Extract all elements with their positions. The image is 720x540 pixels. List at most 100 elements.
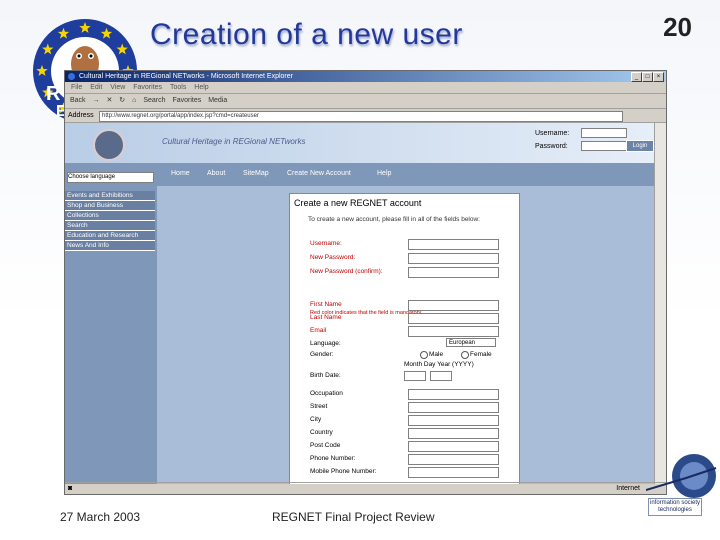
last-name-input[interactable] xyxy=(408,313,499,324)
birth-date-header: Month Day Year (YYYY) xyxy=(404,361,474,368)
left-menu-events[interactable]: Events and Exhibitions xyxy=(65,191,155,201)
phone-input[interactable] xyxy=(408,454,499,465)
search-button[interactable]: Search xyxy=(143,97,165,104)
close-button[interactable]: × xyxy=(653,72,664,82)
username-label: Username: xyxy=(310,240,342,247)
ie-icon xyxy=(68,73,75,80)
confirm-password-input[interactable] xyxy=(408,267,499,278)
gender-female-label: Female xyxy=(470,351,492,358)
browser-window: Cultural Heritage in REGional NETworks -… xyxy=(64,70,667,495)
minimize-button[interactable]: _ xyxy=(631,72,642,82)
home-icon[interactable]: ⌂ xyxy=(132,97,136,104)
left-menu-education[interactable]: Education and Research xyxy=(65,231,155,241)
birth-month-select[interactable] xyxy=(404,371,426,381)
form-language-select[interactable]: European xyxy=(446,338,496,347)
browser-toolbar: Back → ✕ ↻ ⌂ Search Favorites Media xyxy=(65,94,666,109)
username-input[interactable] xyxy=(408,239,499,250)
new-password-input[interactable] xyxy=(408,253,499,264)
email-label: Email xyxy=(310,327,327,334)
language-select[interactable]: Choose language xyxy=(67,172,154,183)
city-input[interactable] xyxy=(408,415,499,426)
create-account-form: Create a new REGNET account To create a … xyxy=(289,193,520,484)
menu-file[interactable]: File xyxy=(71,84,82,91)
left-menu-shop[interactable]: Shop and Business xyxy=(65,201,155,211)
site-emblem-icon xyxy=(93,129,125,161)
refresh-icon[interactable]: ↻ xyxy=(119,97,125,104)
status-bar: ◙ Internet xyxy=(65,482,666,494)
forward-icon[interactable]: → xyxy=(93,97,100,104)
nav-sitemap[interactable]: SiteMap xyxy=(243,170,269,177)
login-username-input[interactable] xyxy=(581,128,627,138)
left-menu: Events and Exhibitions Shop and Business… xyxy=(65,191,155,251)
left-menu-news[interactable]: News And Info xyxy=(65,241,155,251)
street-label: Street xyxy=(310,403,328,410)
menu-tools[interactable]: Tools xyxy=(170,84,186,91)
language-label: Language: xyxy=(310,340,341,347)
media-button[interactable]: Media xyxy=(208,97,227,104)
ist-logo: information society technologies xyxy=(645,448,718,528)
menu-edit[interactable]: Edit xyxy=(90,84,102,91)
last-name-label: Last Name xyxy=(310,314,342,321)
footer-date: 27 March 2003 xyxy=(60,510,141,524)
vertical-scrollbar[interactable] xyxy=(654,123,666,484)
page-viewport: Cultural Heritage in REGional NETworks U… xyxy=(65,123,655,484)
login-button[interactable]: Login xyxy=(626,140,654,152)
form-intro: To create a new account, please fill in … xyxy=(308,216,480,223)
mobile-phone-label: Mobile Phone Number: xyxy=(310,468,377,475)
country-label: Country xyxy=(310,429,333,436)
site-name: Cultural Heritage in REGional NETworks xyxy=(162,137,306,146)
form-title: Create a new REGNET account xyxy=(294,198,422,208)
slide-title: Creation of a new user xyxy=(150,18,463,51)
menu-help[interactable]: Help xyxy=(194,84,208,91)
nav-home[interactable]: Home xyxy=(171,170,190,177)
occupation-input[interactable] xyxy=(408,389,499,400)
new-password-label: New Password: xyxy=(310,254,356,261)
browser-titlebar: Cultural Heritage in REGional NETworks -… xyxy=(65,71,666,82)
gender-female-radio[interactable] xyxy=(461,351,469,359)
post-code-label: Post Code xyxy=(310,442,341,449)
site-header: Cultural Heritage in REGional NETworks U… xyxy=(65,123,655,163)
nav-help[interactable]: Help xyxy=(377,170,391,177)
menu-bar: File Edit View Favorites Tools Help xyxy=(65,82,666,94)
ist-logo-text: information society technologies xyxy=(648,498,702,516)
address-input[interactable]: http://www.regnet.org/portal/app/index.j… xyxy=(99,111,623,122)
maximize-button[interactable]: □ xyxy=(642,72,653,82)
first-name-input[interactable] xyxy=(408,300,499,311)
menu-favorites[interactable]: Favorites xyxy=(133,84,162,91)
mobile-phone-input[interactable] xyxy=(408,467,499,478)
login-password-input[interactable] xyxy=(581,141,627,151)
slide-number: 20 xyxy=(663,12,692,42)
favorites-button[interactable]: Favorites xyxy=(172,97,201,104)
occupation-label: Occupation xyxy=(310,390,343,397)
gender-label: Gender: xyxy=(310,351,334,358)
left-menu-collections[interactable]: Collections xyxy=(65,211,155,221)
country-input[interactable] xyxy=(408,428,499,439)
svg-text:R: R xyxy=(46,83,61,105)
site-navbar: Home About SiteMap Create New Account He… xyxy=(157,163,655,186)
back-button[interactable]: Back xyxy=(70,97,86,104)
left-menu-search[interactable]: Search xyxy=(65,221,155,231)
first-name-label: First Name xyxy=(310,301,342,308)
nav-create-account[interactable]: Create New Account xyxy=(287,170,351,177)
gender-male-radio[interactable] xyxy=(420,351,428,359)
nav-about[interactable]: About xyxy=(207,170,225,177)
page-done-icon: ◙ xyxy=(68,485,73,492)
city-label: City xyxy=(310,416,322,423)
birth-date-label: Birth Date: xyxy=(310,372,341,379)
login-password-label: Password: xyxy=(535,143,568,150)
birth-day-select[interactable] xyxy=(430,371,452,381)
gender-male-label: Male xyxy=(429,351,444,358)
stop-icon[interactable]: ✕ xyxy=(106,97,112,104)
internet-zone: Internet xyxy=(616,485,640,492)
footer-title: REGNET Final Project Review xyxy=(272,510,435,524)
address-bar: Address http://www.regnet.org/portal/app… xyxy=(65,109,666,123)
left-sidebar: Choose language Events and Exhibitions S… xyxy=(65,163,157,484)
menu-view[interactable]: View xyxy=(110,84,125,91)
post-code-input[interactable] xyxy=(408,441,499,452)
email-input[interactable] xyxy=(408,326,499,337)
confirm-password-label: New Password (confirm): xyxy=(310,268,383,275)
address-label: Address xyxy=(68,112,94,119)
login-username-label: Username: xyxy=(535,130,570,137)
street-input[interactable] xyxy=(408,402,499,413)
globe-icon xyxy=(645,454,717,498)
